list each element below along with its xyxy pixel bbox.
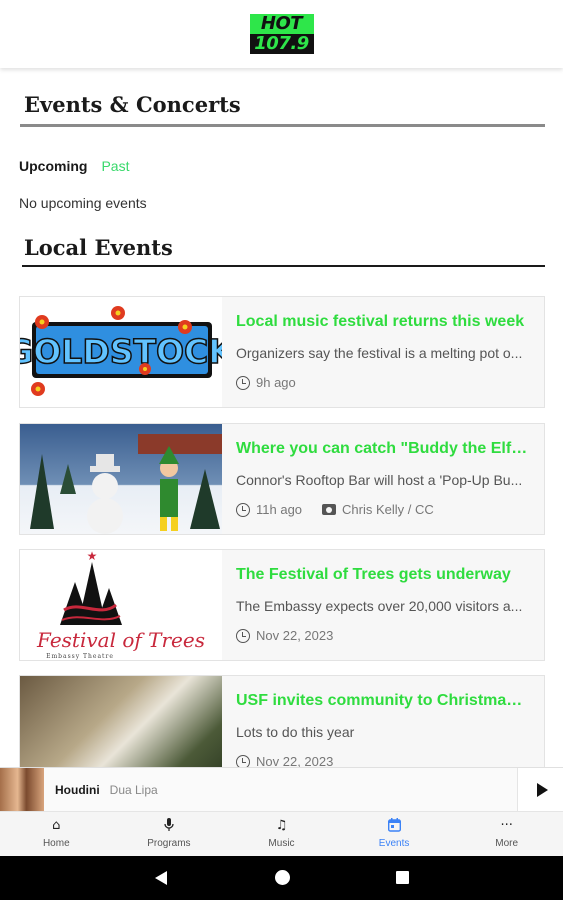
article-body: Where you can catch "Buddy the Elf" ... … [222,424,544,534]
more-icon: ··· [500,818,513,833]
goldstock-logo-image: GOLDSTOCK [20,306,222,396]
article-time: 11h ago [256,502,303,517]
tab-past[interactable]: Past [101,158,129,174]
clock-icon [236,375,250,390]
events-section-divider [20,124,545,127]
article-thumbnail [20,676,222,768]
article-title[interactable]: Where you can catch "Buddy the Elf" ... [236,440,530,458]
now-playing-song: Houdini [55,782,100,797]
app-header: HOT 107.9 [0,0,563,68]
article-title[interactable]: Local music festival returns this week [236,313,530,331]
article-meta: Nov 22, 2023 [236,628,530,643]
article-title[interactable]: USF invites community to Christmas ... [236,692,530,710]
music-note-icon: ♫ [275,818,288,833]
now-playing-artist: Dua Lipa [109,782,158,797]
article-body: Local music festival returns this week O… [222,297,544,407]
nav-label: Events [378,838,410,849]
article-time: 9h ago [256,375,296,390]
article-time: Nov 22, 2023 [256,628,334,643]
nav-label: Music [268,838,295,849]
now-playing-bar[interactable]: Houdini Dua Lipa [0,767,563,812]
article-thumbnail [20,424,222,534]
clock-icon [236,628,250,643]
nav-programs[interactable]: Programs [113,812,226,856]
nav-label: Programs [147,838,191,849]
embassy-theatre-text: Embassy Theatre [46,653,114,660]
album-art [0,767,44,812]
play-button[interactable] [517,768,563,812]
system-navigation-bar [0,856,563,900]
events-section-title: Events & Concerts [24,92,241,117]
festival-of-trees-text: Festival of Trees [36,628,205,652]
article-description: Lots to do this year [236,724,355,740]
nav-home[interactable]: ⌂ Home [0,812,113,856]
article-card[interactable]: USF invites community to Christmas ... L… [19,675,545,768]
article-card[interactable]: GOLDSTOCK Local music festival returns t… [19,296,545,408]
photo-credit: Chris Kelly / CC [342,502,434,517]
nav-label: Home [42,838,70,849]
goldstock-text: GOLDSTOCK [20,332,222,371]
camera-icon [322,504,337,515]
station-logo[interactable]: HOT 107.9 [249,14,314,54]
article-meta: 9h ago [236,375,530,390]
nav-more[interactable]: ··· More [450,812,563,856]
play-icon [536,783,548,797]
logo-top-text: HOT [249,14,314,34]
events-tabs: Upcoming Past [19,158,129,174]
article-description: The Embassy expects over 20,000 visitors… [236,598,523,614]
article-time: Nov 22, 2023 [256,754,334,768]
article-thumbnail: GOLDSTOCK [20,297,222,407]
article-meta: 11h ago Chris Kelly / CC [236,502,530,517]
article-card[interactable]: ★ Festival of Trees Embassy Theatre The … [19,549,545,661]
clock-icon [236,754,250,768]
clock-icon [236,502,250,517]
article-description: Organizers say the festival is a melting… [236,345,523,361]
article-description: Connor's Rooftop Bar will host a 'Pop-Up… [236,472,523,488]
article-thumbnail: ★ Festival of Trees Embassy Theatre [20,550,222,660]
nav-music[interactable]: ♫ Music [225,812,338,856]
article-body: USF invites community to Christmas ... L… [222,676,544,768]
festival-of-trees-logo-image: ★ Festival of Trees Embassy Theatre [36,550,205,660]
local-events-title: Local Events [24,235,173,260]
microphone-icon [164,818,174,834]
tab-upcoming[interactable]: Upcoming [19,158,87,174]
article-meta: Nov 22, 2023 [236,754,530,768]
app-root: HOT 107.9 Events & Concerts Upcoming Pas… [0,0,563,900]
elf-snowman-image [30,434,222,534]
home-circle-icon[interactable] [275,870,290,885]
article-title[interactable]: The Festival of Trees gets underway [236,566,530,584]
local-events-divider [22,265,545,267]
nav-events[interactable]: Events [338,812,451,856]
home-icon: ⌂ [52,818,61,833]
svg-text:★: ★ [87,550,98,563]
calendar-icon [387,818,401,834]
article-card[interactable]: Where you can catch "Buddy the Elf" ... … [19,423,545,535]
nav-label: More [495,838,519,849]
main-content[interactable]: Events & Concerts Upcoming Past No upcom… [0,68,563,768]
recent-apps-icon[interactable] [396,871,409,884]
article-body: The Festival of Trees gets underway The … [222,550,544,660]
logo-frequency-text: 107.9 [249,34,314,54]
empty-events-message: No upcoming events [19,195,147,211]
bottom-navigation: ⌂ Home Programs ♫ Music Events ··· More [0,811,563,856]
back-icon[interactable] [155,871,167,885]
